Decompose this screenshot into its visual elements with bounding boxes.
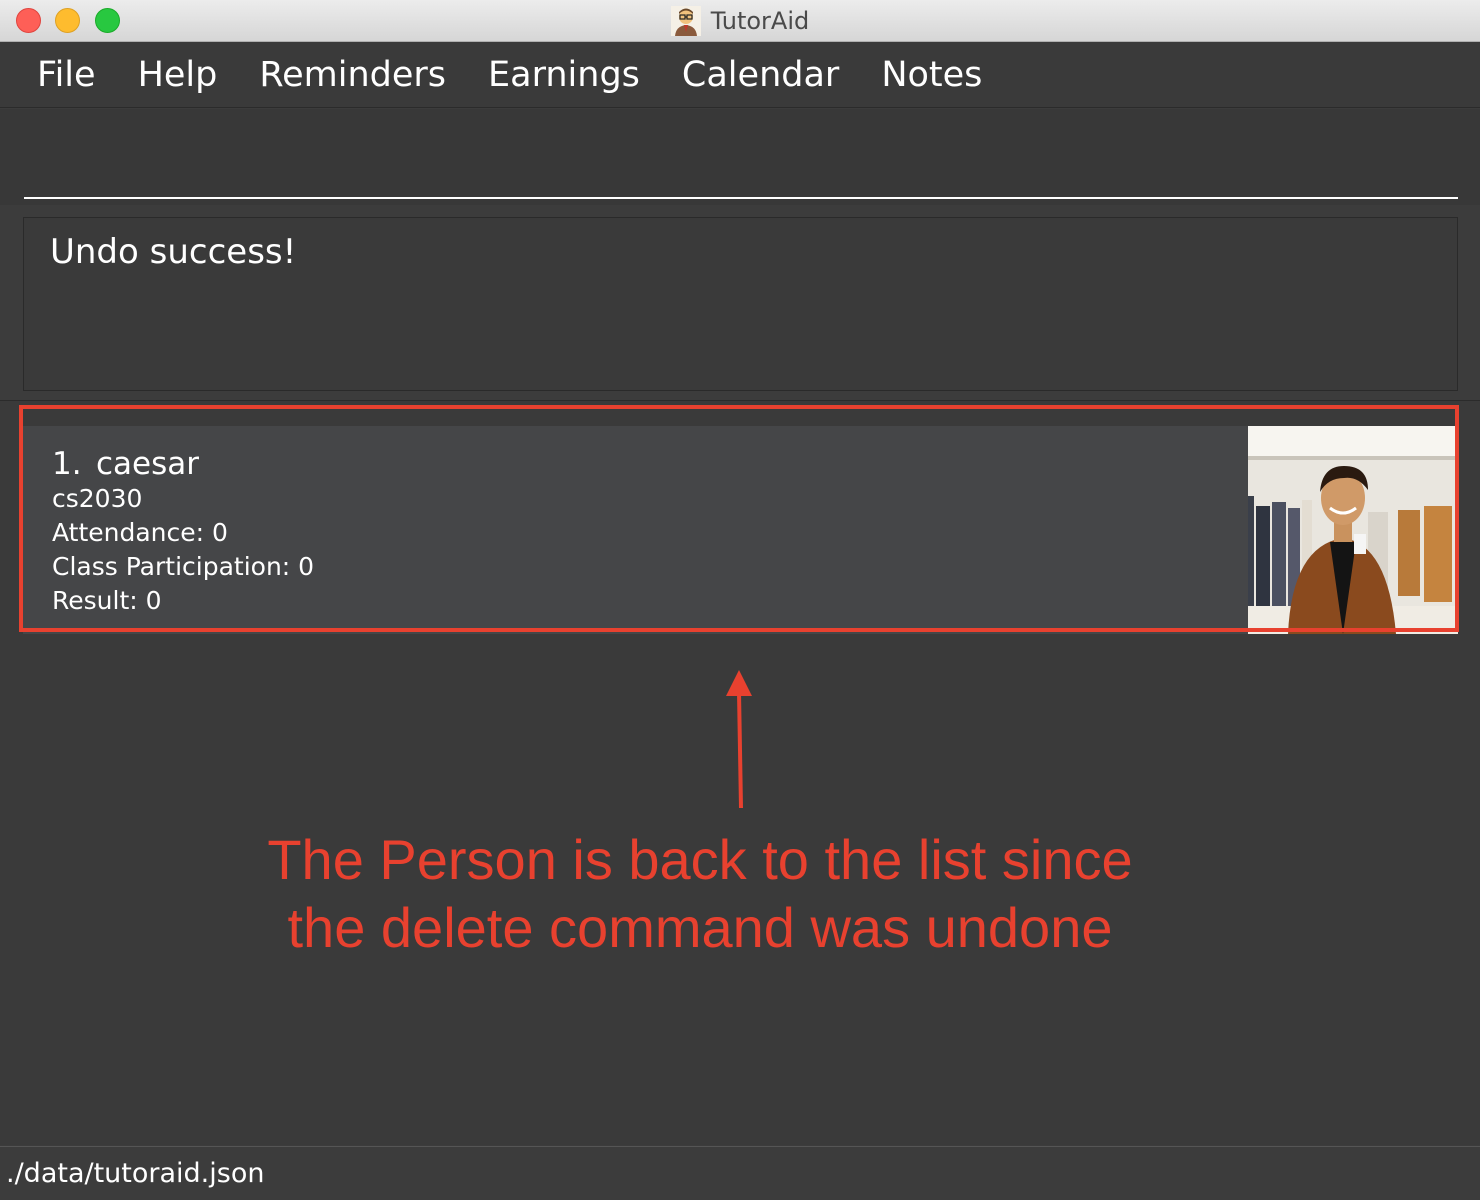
menu-file[interactable]: File [16, 55, 117, 95]
result-message: Undo success! [50, 232, 297, 272]
menu-notes[interactable]: Notes [860, 55, 1003, 95]
window-title: TutorAid [710, 7, 810, 35]
menu-calendar[interactable]: Calendar [661, 55, 860, 95]
command-box [0, 109, 1480, 205]
annotation-line-1: The Person is back to the list since [267, 828, 1133, 891]
status-bar: ./data/tutoraid.json [0, 1146, 1480, 1200]
command-input[interactable] [24, 129, 1458, 199]
arrow-up-icon [726, 670, 752, 809]
person-result: Result: 0 [52, 586, 162, 615]
person-card[interactable]: 1. caesar cs2030 Attendance: 0 Class Par… [23, 426, 1458, 634]
menu-help[interactable]: Help [117, 55, 239, 95]
window-titlebar: TutorAid [0, 0, 1480, 42]
menu-earnings[interactable]: Earnings [467, 55, 661, 95]
person-attendance: Attendance: 0 [52, 518, 228, 547]
menu-reminders[interactable]: Reminders [238, 55, 467, 95]
result-display: Undo success! [23, 217, 1458, 391]
person-photo [1248, 426, 1458, 634]
menu-bar: File Help Reminders Earnings Calendar No… [0, 42, 1480, 108]
person-index: 1. [52, 446, 82, 482]
person-participation: Class Participation: 0 [52, 552, 315, 581]
data-file-path: ./data/tutoraid.json [6, 1158, 265, 1189]
tutoraid-app-icon [670, 6, 701, 36]
window-title-group: TutorAid [0, 0, 1480, 42]
person-name: caesar [96, 446, 200, 482]
annotation-line-2: the delete command was undone [287, 896, 1113, 959]
annotation-text: The Person is back to the list since the… [220, 826, 1180, 962]
person-module: cs2030 [52, 484, 143, 513]
